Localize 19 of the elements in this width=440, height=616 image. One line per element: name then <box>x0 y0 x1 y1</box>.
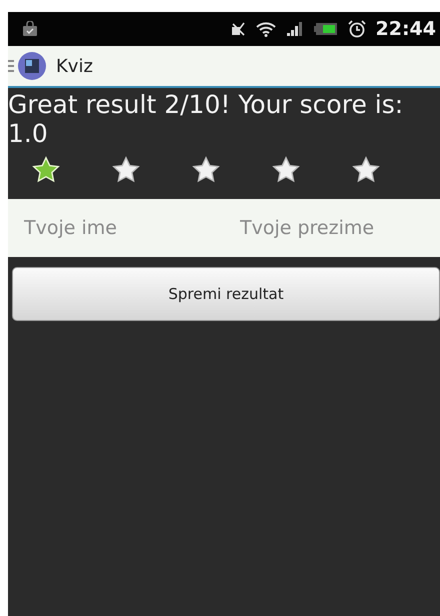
input-field[interactable]: Tvoje ime <box>8 199 224 257</box>
empty-star-icon <box>112 156 140 184</box>
app-title: Kviz <box>56 56 93 76</box>
empty-star-icon <box>352 156 380 184</box>
no-sim-icon <box>230 21 246 37</box>
clock-time: 22:44 <box>376 18 436 40</box>
signal-icon <box>286 21 304 37</box>
alarm-clock-icon <box>348 20 366 38</box>
result-message: Great result 2/10! Your score is: 1.0 <box>8 89 404 148</box>
filled-star-icon <box>32 156 60 184</box>
shopping-bag-icon <box>22 21 38 37</box>
input-field[interactable]: Tvoje prezime <box>224 199 440 257</box>
wifi-icon <box>256 21 276 37</box>
save-result-button[interactable]: Spremi rezultat <box>12 267 440 321</box>
empty-star-icon <box>192 156 220 184</box>
menu-icon[interactable] <box>8 59 14 73</box>
empty-star-icon <box>272 156 300 184</box>
app-icon[interactable] <box>17 51 47 81</box>
battery-icon <box>314 22 338 36</box>
